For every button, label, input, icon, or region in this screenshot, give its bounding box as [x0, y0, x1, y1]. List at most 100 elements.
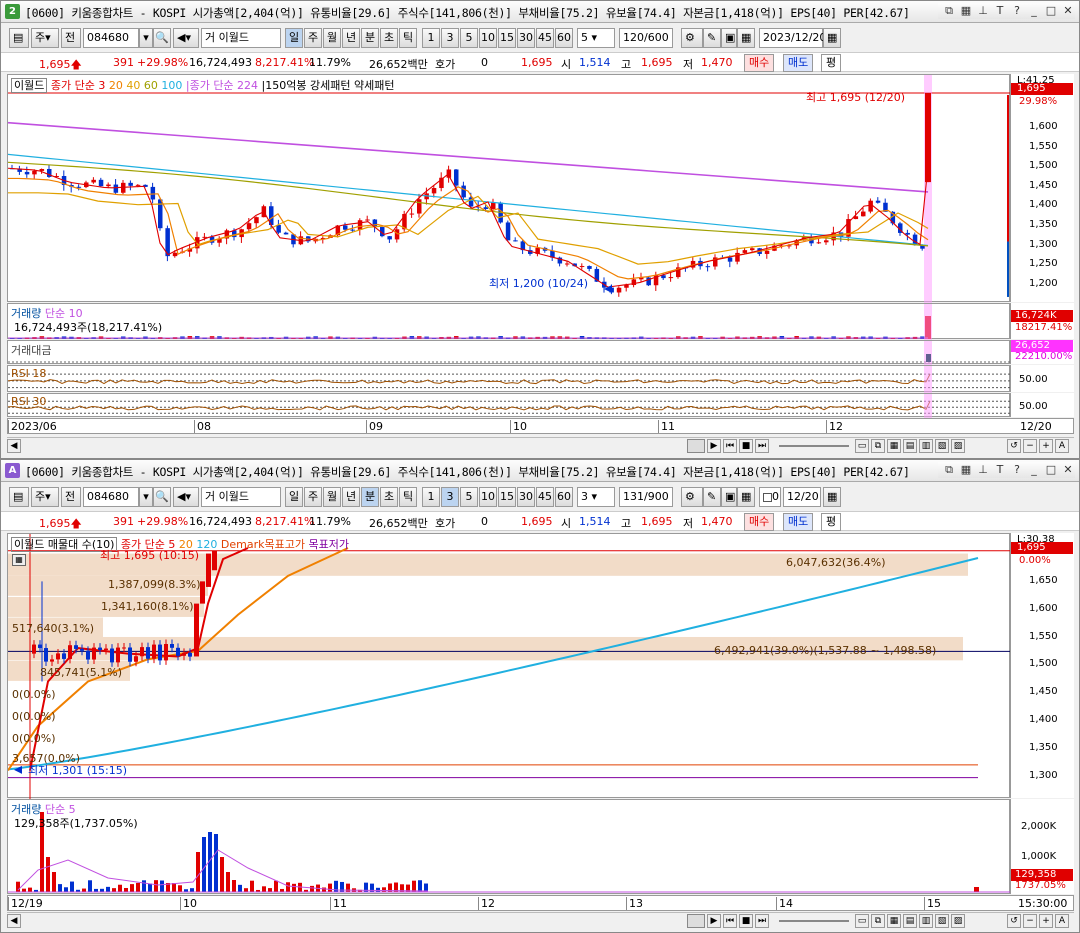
interval-select[interactable]: 5 ▾: [577, 28, 615, 48]
tile-icon[interactable]: ▦: [959, 462, 973, 478]
period-button-1[interactable]: 주: [304, 28, 322, 48]
scroll-left-icon[interactable]: ◀: [7, 914, 21, 928]
save-icon[interactable]: ▣: [721, 28, 737, 48]
interval-button-5[interactable]: 30: [517, 487, 535, 507]
code-input[interactable]: 084680: [83, 487, 139, 507]
font-icon[interactable]: A: [1055, 439, 1069, 453]
zoom-in-icon[interactable]: +: [1039, 439, 1053, 453]
rsi18-panel[interactable]: RSI 18: [7, 365, 1011, 393]
interval-button-1[interactable]: 3: [441, 487, 459, 507]
reset-icon[interactable]: ↺: [1007, 914, 1021, 928]
table-icon[interactable]: ▦: [12, 554, 26, 566]
calendar-icon[interactable]: ▦: [823, 487, 841, 507]
search-icon[interactable]: 🔍: [153, 28, 171, 48]
mode-dropdown[interactable]: 주▾: [31, 487, 59, 507]
buy-button[interactable]: 매수: [744, 54, 775, 72]
top-volume-panel[interactable]: 거래량 단순 10 16,724,493주(18,217.41%): [7, 303, 1010, 340]
layout-icon[interactable]: ▦: [887, 439, 901, 453]
zoom-out-icon[interactable]: −: [1023, 914, 1037, 928]
help-icon[interactable]: ?: [1010, 3, 1024, 19]
close-icon[interactable]: ✕: [1061, 3, 1075, 19]
interval-button-3[interactable]: 10: [479, 28, 497, 48]
interval-button-3[interactable]: 10: [479, 487, 497, 507]
period-button-4[interactable]: 분: [361, 28, 379, 48]
interval-button-7[interactable]: 60: [555, 487, 573, 507]
tile-icon[interactable]: ▦: [959, 3, 973, 19]
period-button-2[interactable]: 월: [323, 28, 341, 48]
sell-button[interactable]: 매도: [783, 513, 814, 531]
scroll-right-icon[interactable]: ▶: [707, 914, 721, 928]
text-icon[interactable]: T: [993, 462, 1007, 478]
prev-button[interactable]: 전: [61, 28, 81, 48]
zoom-fit-icon[interactable]: ▭: [855, 914, 869, 928]
period-button-3[interactable]: 년: [342, 487, 360, 507]
period-button-4[interactable]: 분: [361, 487, 379, 507]
interval-button-1[interactable]: 3: [441, 28, 459, 48]
zoom-in-icon[interactable]: +: [1039, 914, 1053, 928]
scroll-left-icon[interactable]: ◀: [7, 439, 21, 453]
period-button-5[interactable]: 초: [380, 487, 398, 507]
indicator-icon[interactable]: ⚙: [681, 487, 703, 507]
layout3-icon[interactable]: ▥: [919, 914, 933, 928]
maximize-icon[interactable]: □: [1044, 3, 1058, 19]
scroll-thumb[interactable]: [687, 914, 705, 928]
chart-menu-icon[interactable]: ▤: [9, 487, 29, 507]
period-button-6[interactable]: 틱: [399, 487, 417, 507]
avg-button[interactable]: 평: [821, 513, 842, 531]
maximize-icon[interactable]: □: [1044, 462, 1058, 478]
pin-icon[interactable]: ⊥: [976, 3, 990, 19]
period-button-5[interactable]: 초: [380, 28, 398, 48]
layout4-icon[interactable]: ▧: [935, 439, 949, 453]
first-icon[interactable]: ⏮: [723, 914, 737, 928]
period-button-2[interactable]: 월: [323, 487, 341, 507]
period-button-6[interactable]: 틱: [399, 28, 417, 48]
help-icon[interactable]: ?: [1010, 462, 1024, 478]
interval-button-0[interactable]: 1: [422, 28, 440, 48]
reset-icon[interactable]: ↺: [1007, 439, 1021, 453]
code-input[interactable]: 084680: [83, 28, 139, 48]
layout2-icon[interactable]: ▤: [903, 439, 917, 453]
period-button-3[interactable]: 년: [342, 28, 360, 48]
interval-button-2[interactable]: 5: [460, 28, 478, 48]
count-input[interactable]: 120/600: [619, 28, 673, 48]
zoom-out-icon[interactable]: −: [1023, 439, 1037, 453]
mode-dropdown[interactable]: 주▾: [31, 28, 59, 48]
minimize-icon[interactable]: _: [1027, 3, 1041, 19]
stop-icon[interactable]: ■: [739, 914, 753, 928]
stock-name-field[interactable]: 거 이월드: [201, 28, 281, 48]
last-icon[interactable]: ⏭: [755, 914, 769, 928]
interval-select[interactable]: 3 ▾: [577, 487, 615, 507]
sell-button[interactable]: 매도: [783, 54, 814, 72]
code-dropdown-icon[interactable]: ▾: [139, 28, 153, 48]
chart-menu-icon[interactable]: ▤: [9, 28, 29, 48]
pin-icon[interactable]: ⊥: [976, 462, 990, 478]
stock-name-field[interactable]: 거 이월드: [201, 487, 281, 507]
interval-button-5[interactable]: 30: [517, 28, 535, 48]
layout5-icon[interactable]: ▨: [951, 439, 965, 453]
calendar-icon[interactable]: ▦: [823, 28, 841, 48]
buy-button[interactable]: 매수: [744, 513, 775, 531]
bottom-volume-panel[interactable]: 거래량 단순 5 129,358주(1,737.05%): [7, 799, 1011, 894]
layout-icon[interactable]: ▦: [887, 914, 901, 928]
last-icon[interactable]: ⏭: [755, 439, 769, 453]
top-price-panel[interactable]: 이월드 종가 단순 3 20 40 60 100 |종가 단순 224 |150…: [7, 74, 1011, 303]
date-checkbox[interactable]: 0: [759, 487, 781, 507]
sound-icon[interactable]: ◀▾: [173, 487, 199, 507]
prev-button[interactable]: 전: [61, 487, 81, 507]
interval-button-4[interactable]: 15: [498, 28, 516, 48]
split-icon[interactable]: ⧉: [871, 914, 885, 928]
zoom-slider[interactable]: [779, 445, 849, 447]
link-icon[interactable]: ⧉: [942, 462, 956, 478]
draw-icon[interactable]: ✎: [703, 28, 721, 48]
layout5-icon[interactable]: ▨: [951, 914, 965, 928]
scroll-thumb[interactable]: [687, 439, 705, 453]
minimize-icon[interactable]: _: [1027, 462, 1041, 478]
font-icon[interactable]: A: [1055, 914, 1069, 928]
stop-icon[interactable]: ■: [739, 439, 753, 453]
period-button-0[interactable]: 일: [285, 487, 303, 507]
zoom-slider[interactable]: [779, 920, 849, 922]
interval-button-6[interactable]: 45: [536, 487, 554, 507]
bottom-titlebar[interactable]: A [0600] 키움종합차트 - KOSPI 시가총액[2,404(억)] 유…: [1, 460, 1079, 482]
period-button-0[interactable]: 일: [285, 28, 303, 48]
layout4-icon[interactable]: ▧: [935, 914, 949, 928]
